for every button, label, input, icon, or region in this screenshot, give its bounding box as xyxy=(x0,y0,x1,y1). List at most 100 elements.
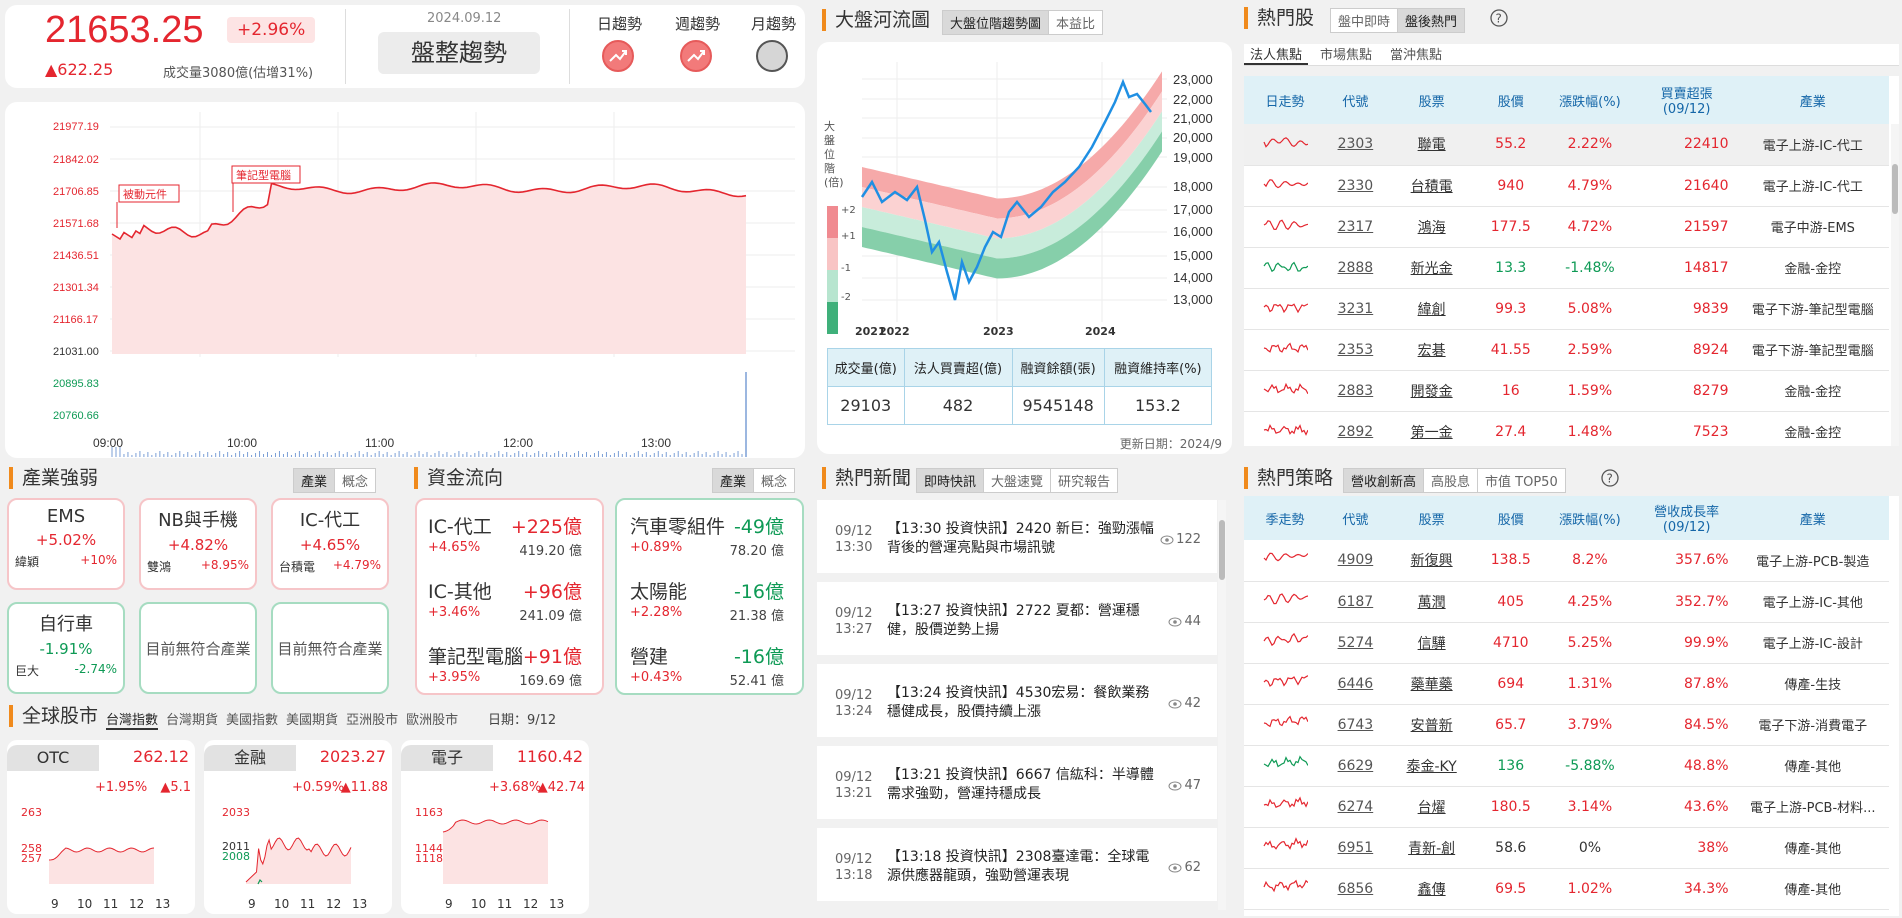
day-trend-up-icon[interactable] xyxy=(601,39,635,73)
tab-high-dividend[interactable]: 高股息 xyxy=(1423,469,1477,492)
news-headline[interactable]: 【13:30 投資快訊】2420 新巨：強勁漲幅背後的營運亮點與市場訊號 xyxy=(887,520,1157,558)
stock-code[interactable]: 2330 xyxy=(1326,165,1385,207)
global-index-card[interactable]: 金融 2023.27 +0.59% ▲11.88 2033 2011 2008 9 10 11 12… xyxy=(204,740,392,914)
money-flow-row[interactable]: IC-其他 +96億 +3.46% 241.09 億 xyxy=(420,577,590,633)
scrollbar[interactable] xyxy=(1218,500,1226,910)
stock-code[interactable]: 2303 xyxy=(1326,124,1385,166)
news-item[interactable]: 09/12 13:21 【13:21 投資快訊】6667 信紘科：半導體需求強勁，營… xyxy=(817,746,1217,819)
column-header[interactable]: 日走勢 xyxy=(1244,76,1327,124)
help-icon[interactable]: ? xyxy=(1490,9,1508,27)
stock-name[interactable]: 新復興 xyxy=(1384,540,1479,582)
news-item[interactable]: 09/12 13:18 【13:18 投資快訊】2308臺達電：全球電源供應器龍頭，… xyxy=(817,828,1217,901)
table-row[interactable]: 2883 開發金 16 1.59% 8279 金融-金控 xyxy=(1244,370,1889,412)
tab-industry[interactable]: 產業 xyxy=(294,469,335,492)
tab-river-pe[interactable]: 本益比 xyxy=(1048,11,1102,34)
stock-code[interactable]: 6446 xyxy=(1326,663,1385,705)
stock-code[interactable]: 6743 xyxy=(1326,704,1385,746)
table-row[interactable]: 4909 新復興 138.5 8.2% 357.6% 電子上游-PCB-製造 xyxy=(1244,540,1889,582)
tab-top50[interactable]: 市值 TOP50 xyxy=(1477,469,1565,492)
column-header[interactable]: 股票 xyxy=(1384,76,1479,124)
column-header[interactable]: 產業 xyxy=(1736,76,1889,124)
river-chart[interactable]: +2 +1 -1 -2 23,000 22,000 21,000 20,000 … xyxy=(817,42,1232,342)
tab-money-concept[interactable]: 概念 xyxy=(753,469,794,492)
stock-name[interactable]: 台燿 xyxy=(1384,786,1479,828)
table-row[interactable]: 6856 鑫傳 69.5 1.02% 34.3% 傳產-其他 xyxy=(1244,868,1889,910)
column-header[interactable]: 股票 xyxy=(1384,496,1479,540)
industry-card-empty[interactable]: 目前無符合產業 xyxy=(139,602,257,694)
stock-code[interactable]: 6274 xyxy=(1326,786,1385,828)
news-headline[interactable]: 【13:18 投資快訊】2308臺達電：全球電源供應器龍頭，強勁營運表現 xyxy=(887,848,1157,886)
money-flow-row[interactable]: 筆記型電腦 +91億 +3.95% 169.69 億 xyxy=(420,642,590,698)
stock-code[interactable]: 2353 xyxy=(1326,329,1385,371)
global-index-card[interactable]: 電子 1160.42 +3.68% ▲42.74 1163 1144 1118 9 10 11 12… xyxy=(401,740,589,914)
stock-code[interactable]: 2883 xyxy=(1326,370,1385,412)
tab-concept[interactable]: 概念 xyxy=(334,469,375,492)
intraday-chart[interactable]: 被動元件 筆記型電腦 21977.19 21842.02 21706.85 21… xyxy=(5,102,805,458)
stock-name[interactable]: 緯創 xyxy=(1384,288,1479,330)
stock-name[interactable]: 宏碁 xyxy=(1384,329,1479,371)
stock-name[interactable]: 台積電 xyxy=(1384,165,1479,207)
news-item[interactable]: 09/12 13:27 【13:27 投資快訊】2722 夏都：營運穩健，股價逆勢上… xyxy=(817,582,1217,655)
stock-name[interactable]: 萬潤 xyxy=(1384,581,1479,623)
table-row[interactable]: 2353 宏碁 41.55 2.59% 8924 電子下游-筆記型電腦 xyxy=(1244,329,1889,371)
stock-name[interactable]: 藥華藥 xyxy=(1384,663,1479,705)
column-header[interactable]: 營收成長率 (09/12) xyxy=(1636,496,1737,540)
stock-code[interactable]: 5274 xyxy=(1326,622,1385,664)
column-header[interactable]: 買賣超張 (09/12) xyxy=(1636,76,1737,124)
news-headline[interactable]: 【13:21 投資快訊】6667 信紘科：半導體需求強勁，營運持穩成長 xyxy=(887,766,1157,804)
subtab-institutional[interactable]: 法人焦點 xyxy=(1244,44,1309,65)
help-icon[interactable]: ? xyxy=(1601,469,1619,487)
tab-revenue-high[interactable]: 營收創新高 xyxy=(1344,469,1424,492)
global-tab[interactable]: 台灣期貨 xyxy=(166,709,218,730)
stock-name[interactable]: 安普新 xyxy=(1384,704,1479,746)
tab-news-reports[interactable]: 研究報告 xyxy=(1050,469,1117,492)
industry-card[interactable]: 自行車 -1.91% 巨大 -2.74% xyxy=(7,602,125,694)
column-header[interactable]: 代號 xyxy=(1326,76,1385,124)
money-flow-row[interactable]: 營建 -16億 +0.43% 52.41 億 xyxy=(622,642,792,698)
table-row[interactable]: 6187 萬潤 405 4.25% 352.7% 電子上游-IC-其他 xyxy=(1244,581,1889,623)
news-headline[interactable]: 【13:24 投資快訊】4530宏易：餐飲業務穩健成長，股價持續上漲 xyxy=(887,684,1157,722)
table-row[interactable]: 6743 安普新 65.7 3.79% 84.5% 電子下游-消費電子 xyxy=(1244,704,1889,746)
money-flow-row[interactable]: 太陽能 -16億 +2.28% 21.38 億 xyxy=(622,577,792,633)
stock-name[interactable]: 泰金-KY xyxy=(1384,745,1479,787)
subtab-daytrade[interactable]: 當沖焦點 xyxy=(1384,44,1448,65)
money-flow-row[interactable]: IC-代工 +225億 +4.65% 419.20 億 xyxy=(420,512,590,568)
industry-card[interactable]: EMS +5.02% 緯穎 +10% xyxy=(7,498,125,590)
tab-news-realtime[interactable]: 即時快訊 xyxy=(917,469,984,492)
money-flow-row[interactable]: 汽車零組件 -49億 +0.89% 78.20 億 xyxy=(622,512,792,568)
column-header[interactable]: 漲跌幅(%) xyxy=(1543,496,1637,540)
global-tab[interactable]: 亞洲股市 xyxy=(346,709,398,730)
stock-code[interactable]: 3231 xyxy=(1326,288,1385,330)
column-header[interactable]: 漲跌幅(%) xyxy=(1543,76,1637,124)
stock-code[interactable]: 6187 xyxy=(1326,581,1385,623)
month-trend-neutral-icon[interactable] xyxy=(755,39,789,73)
industry-card[interactable]: NB與手機 +4.82% 雙鴻 +8.95% xyxy=(139,498,257,590)
tab-river-trend[interactable]: 大盤位階趨勢圖 xyxy=(943,11,1049,34)
stock-code[interactable]: 2892 xyxy=(1326,411,1385,446)
table-row[interactable]: 5274 信驊 4710 5.25% 99.9% 電子上游-IC-設計 xyxy=(1244,622,1889,664)
tab-intraday[interactable]: 盤中即時 xyxy=(1331,9,1397,32)
global-tab[interactable]: 台灣指數 xyxy=(106,709,159,730)
stock-name[interactable]: 第一金 xyxy=(1384,411,1479,446)
stock-name[interactable]: 鑫傳 xyxy=(1384,868,1479,910)
column-header[interactable]: 季走勢 xyxy=(1244,496,1327,540)
tab-after-hours[interactable]: 盤後熱門 xyxy=(1397,9,1465,32)
stock-name[interactable]: 開發金 xyxy=(1384,370,1479,412)
column-header[interactable]: 代號 xyxy=(1326,496,1385,540)
stock-name[interactable]: 信驊 xyxy=(1384,622,1479,664)
column-header[interactable]: 股價 xyxy=(1478,76,1544,124)
stock-code[interactable]: 2317 xyxy=(1326,206,1385,248)
news-item[interactable]: 09/12 13:30 【13:30 投資快訊】2420 新巨：強勁漲幅背後的營運亮… xyxy=(817,500,1217,573)
column-header[interactable]: 股價 xyxy=(1478,496,1544,540)
stock-code[interactable]: 4909 xyxy=(1326,540,1385,582)
stock-code[interactable]: 2888 xyxy=(1326,247,1385,289)
stock-code[interactable]: 6951 xyxy=(1326,827,1385,869)
table-row[interactable]: 2330 台積電 940 4.79% 21640 電子上游-IC-代工 xyxy=(1244,165,1889,207)
stock-name[interactable]: 鴻海 xyxy=(1384,206,1479,248)
stock-name[interactable]: 聯電 xyxy=(1384,124,1479,166)
news-item[interactable]: 09/12 13:24 【13:24 投資快訊】4530宏易：餐飲業務穩健成長，股價… xyxy=(817,664,1217,737)
stock-name[interactable]: 青新-創 xyxy=(1384,827,1479,869)
table-row[interactable]: 6629 泰金-KY 136 -5.88% 48.8% 傳產-其他 xyxy=(1244,745,1889,787)
stock-code[interactable]: 6629 xyxy=(1326,745,1385,787)
global-tab[interactable]: 美國指數 xyxy=(226,709,278,730)
